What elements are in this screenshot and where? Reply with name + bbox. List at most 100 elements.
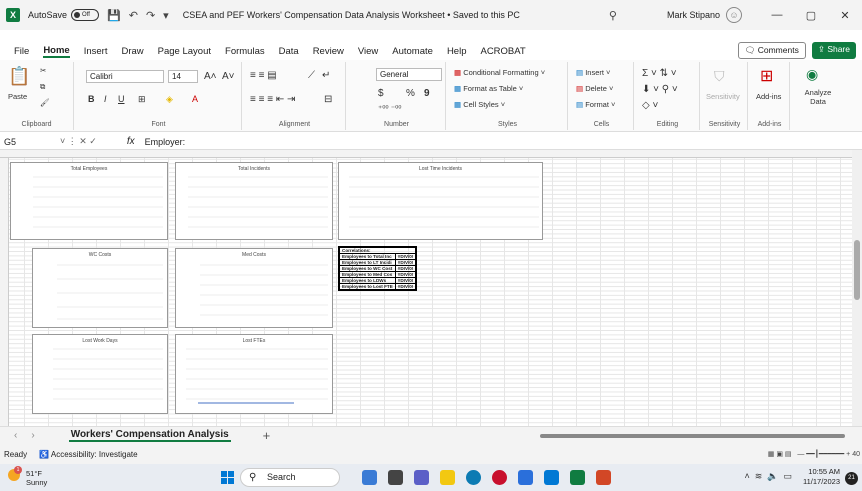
opera-icon[interactable]	[492, 470, 507, 485]
accessibility-status[interactable]: ♿ Accessibility: Investigate	[39, 450, 137, 459]
percent-button[interactable]: %	[406, 88, 415, 99]
cell-styles-button[interactable]: ▦ Cell Styles ˅	[454, 100, 505, 109]
chart-total-incidents[interactable]: Total Incidents	[175, 162, 333, 240]
name-box-dropdown-icon[interactable]: ˅ ⋮ ✕ ✓	[60, 136, 97, 147]
fill-icon[interactable]: ⬇ ˅ ⚲ ˅	[642, 84, 678, 95]
copilot-icon[interactable]	[362, 470, 377, 485]
sheet-tab-active[interactable]: Workers' Compensation Analysis	[68, 429, 231, 442]
share-button[interactable]: ⇪ Share	[811, 42, 856, 59]
task-view-icon[interactable]	[388, 470, 403, 485]
chart-med-costs[interactable]: Med Costs	[175, 248, 333, 328]
taskbar-search[interactable]: ⚲ Search	[240, 468, 340, 487]
horizontal-scrollbar[interactable]	[540, 434, 845, 438]
merge-icon[interactable]: ⊟	[324, 94, 332, 105]
borders-icon[interactable]: ⊞	[138, 94, 146, 105]
decrease-font-icon[interactable]: A˅	[222, 71, 235, 82]
autosave-toggle[interactable]: Off	[71, 9, 100, 21]
worksheet-grid[interactable]: Total Employees Total Incidents Lost Tim…	[0, 150, 852, 426]
fill-color-icon[interactable]: ◈	[166, 94, 173, 105]
close-button[interactable]: ✕	[828, 9, 862, 22]
sensitivity-button[interactable]: Sensitivity	[706, 92, 740, 101]
decimal-icon[interactable]: ⁺⁰⁰ ⁻⁰⁰	[378, 104, 402, 113]
avatar[interactable]: ☺	[726, 7, 742, 23]
tab-view[interactable]: View	[358, 46, 378, 57]
fx-icon[interactable]: fx	[127, 136, 135, 147]
file-explorer-icon[interactable]	[440, 470, 455, 485]
column-headers[interactable]	[0, 150, 852, 158]
align-top-icon[interactable]: ≡ ≡ ▤	[250, 70, 277, 81]
tab-data[interactable]: Data	[279, 46, 299, 57]
chart-total-employees[interactable]: Total Employees	[10, 162, 168, 240]
bold-button[interactable]: B	[88, 94, 95, 104]
tab-insert[interactable]: Insert	[84, 46, 108, 57]
tab-formulas[interactable]: Formulas	[225, 46, 265, 57]
orientation-icon[interactable]: ⟋	[308, 70, 315, 81]
chart-lost-time-incidents[interactable]: Lost Time Incidents	[338, 162, 543, 240]
increase-font-icon[interactable]: A˄	[204, 71, 217, 82]
chart-lost-work-days[interactable]: Lost Work Days	[32, 334, 168, 414]
conditional-formatting-button[interactable]: ▦ Conditional Formatting ˅	[454, 68, 545, 77]
analyze-data-icon[interactable]: ◉	[806, 66, 818, 83]
teams-icon[interactable]	[414, 470, 429, 485]
prev-sheet-icon[interactable]: ‹	[14, 430, 17, 441]
font-color-icon[interactable]: A	[192, 94, 198, 104]
document-title[interactable]: CSEA and PEF Workers' Compensation Data …	[183, 10, 520, 20]
row-headers[interactable]	[0, 158, 9, 426]
analyze-data-button[interactable]: Analyze Data	[796, 88, 840, 106]
comments-button[interactable]: 🗨 Comments	[737, 42, 806, 59]
clock[interactable]: 10:55 AM 11/17/2023	[803, 467, 840, 487]
system-tray-icons[interactable]: ˄ ≋ 🔈 ▭	[744, 471, 792, 482]
customize-quick-access-icon[interactable]: ▾	[163, 9, 169, 22]
save-icon[interactable]: 💾	[107, 9, 121, 22]
name-box[interactable]: G5	[0, 137, 60, 147]
copy-icon[interactable]: ⧉	[40, 82, 45, 92]
tab-automate[interactable]: Automate	[392, 46, 433, 57]
add-sheet-button[interactable]: +	[263, 428, 271, 443]
search-icon[interactable]: ⚲	[609, 9, 617, 22]
defender-icon[interactable]	[518, 470, 533, 485]
zoom-controls[interactable]: ▦ ▣ ▤ — ━━┃━━━━━━ + 40	[768, 450, 860, 458]
weather-widget[interactable]: 51°F Sunny	[26, 469, 47, 487]
edge-icon[interactable]	[466, 470, 481, 485]
user-name[interactable]: Mark Stipano	[667, 10, 720, 20]
notification-badge[interactable]: 21	[845, 472, 858, 485]
tab-draw[interactable]: Draw	[121, 46, 143, 57]
wrap-text-icon[interactable]: ↵	[322, 70, 330, 81]
format-cells-button[interactable]: ▤ Format ˅	[576, 100, 615, 109]
redo-icon[interactable]: ↷	[146, 9, 155, 22]
chart-wc-costs[interactable]: WC Costs	[32, 248, 168, 328]
tab-page-layout[interactable]: Page Layout	[158, 46, 211, 57]
clear-icon[interactable]: ◇ ˅	[642, 100, 658, 111]
powerpoint-icon[interactable]	[596, 470, 611, 485]
paste-icon[interactable]: 📋	[8, 66, 30, 87]
addins-icon[interactable]: ⊞	[760, 66, 773, 86]
windows-start-icon[interactable]	[221, 471, 234, 484]
vertical-scrollbar[interactable]	[852, 150, 862, 426]
autosum-icon[interactable]: Σ ˅ ⇅ ˅	[642, 68, 677, 79]
format-as-table-button[interactable]: ▦ Format as Table ˅	[454, 84, 523, 93]
tab-review[interactable]: Review	[313, 46, 344, 57]
format-painter-icon[interactable]: 🖌	[40, 98, 50, 107]
insert-cells-button[interactable]: ▤ Insert ˅	[576, 68, 610, 77]
align-left-icon[interactable]: ≡ ≡ ≡ ⇤ ⇥	[250, 94, 295, 105]
tab-help[interactable]: Help	[447, 46, 467, 57]
formula-input[interactable]: Employer:	[145, 137, 186, 147]
sensitivity-icon[interactable]: ⛉	[714, 68, 725, 85]
font-size-field[interactable]: 14	[168, 70, 198, 83]
tab-file[interactable]: File	[14, 46, 29, 57]
delete-cells-button[interactable]: ▤ Delete ˅	[576, 84, 613, 93]
tab-acrobat[interactable]: ACROBAT	[480, 46, 525, 57]
paste-button[interactable]: Paste	[8, 92, 27, 101]
correlations-table[interactable]: Correlations: Employees to Total Inc #DIV…	[338, 246, 418, 291]
undo-icon[interactable]: ↶	[129, 9, 138, 22]
addins-button[interactable]: Add-ins	[756, 92, 781, 101]
chart-lost-ftes[interactable]: Lost FTEs	[175, 334, 333, 414]
next-sheet-icon[interactable]: ›	[31, 430, 34, 441]
cut-icon[interactable]: ✂	[40, 66, 46, 75]
underline-button[interactable]: U	[118, 94, 125, 104]
minimize-button[interactable]: —	[760, 9, 794, 21]
excel-taskbar-icon[interactable]	[570, 470, 585, 485]
outlook-icon[interactable]	[544, 470, 559, 485]
comma-button[interactable]: 9	[424, 88, 430, 99]
tab-home[interactable]: Home	[43, 45, 70, 58]
